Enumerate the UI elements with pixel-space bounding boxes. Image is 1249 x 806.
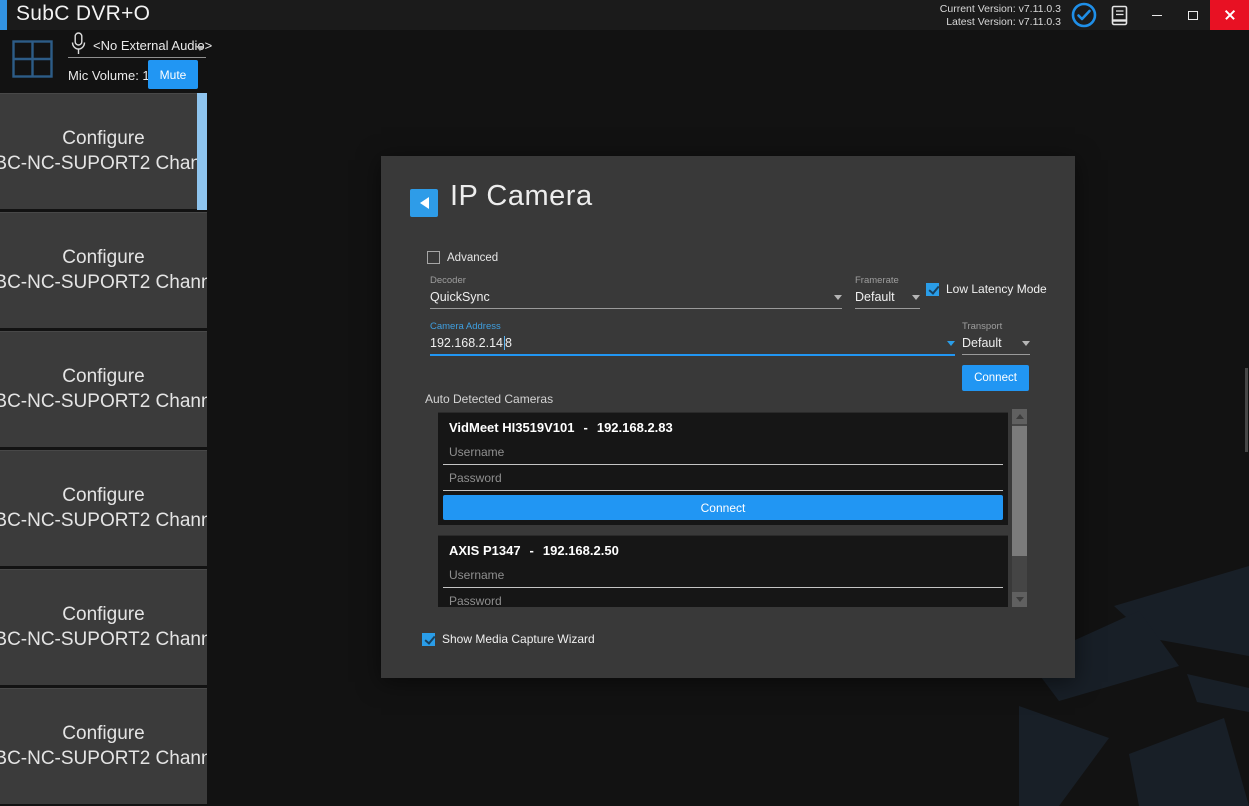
tile-line1: Configure: [62, 603, 144, 627]
back-button[interactable]: [410, 189, 438, 217]
mute-button[interactable]: Mute: [148, 60, 198, 89]
maximize-button[interactable]: [1176, 0, 1209, 30]
camera-card-title: VidMeet HI3519V101 - 192.168.2.83: [438, 413, 1008, 439]
minimize-button[interactable]: [1140, 0, 1173, 30]
scroll-down-button[interactable]: [1012, 592, 1027, 607]
tile-line1: Configure: [62, 484, 144, 508]
camera-list-scrollbar[interactable]: [1012, 409, 1027, 607]
scrollbar-thumb[interactable]: [1012, 426, 1027, 556]
title-separator: -: [530, 543, 534, 558]
version-info: Current Version: v7.11.0.3 Latest Versio…: [940, 3, 1061, 29]
title-separator: -: [584, 420, 588, 435]
scroll-up-button[interactable]: [1012, 409, 1027, 424]
channel-tile[interactable]: Configure UBC-NC-SUPORT2 Channel: [0, 331, 207, 447]
advanced-label: Advanced: [447, 252, 498, 264]
username-field-wrap: [443, 439, 1003, 465]
tile-line2: UBC-NC-SUPORT2 Channel: [0, 390, 207, 414]
username-field-wrap: [443, 562, 1003, 588]
auto-detected-cameras-label: Auto Detected Cameras: [425, 392, 553, 406]
tile-line2: UBC-NC-SUPORT2 Channel: [0, 747, 207, 771]
transport-dropdown[interactable]: Transport Default: [962, 321, 1030, 355]
tile-line1: Configure: [62, 127, 144, 151]
close-icon: [1224, 9, 1236, 21]
chevron-down-icon[interactable]: [196, 46, 204, 51]
back-arrow-icon: [420, 197, 429, 209]
latest-version: Latest Version: v7.11.0.3: [940, 16, 1061, 29]
transport-label: Transport: [962, 321, 1030, 332]
tile-line2: UBC-NC-SUPORT2 Channel: [0, 628, 207, 652]
chevron-down-icon[interactable]: [947, 341, 955, 346]
chevron-down-icon[interactable]: [912, 295, 920, 300]
checkbox-checked-icon: [926, 283, 939, 296]
framerate-value: Default: [855, 290, 895, 304]
channel-tile[interactable]: Configure UBC-NC-SUPORT2 Channel: [0, 688, 207, 804]
username-input[interactable]: [443, 439, 1003, 464]
show-wizard-label: Show Media Capture Wizard: [442, 632, 595, 646]
password-input[interactable]: [443, 588, 1003, 607]
camera-ip: 192.168.2.50: [543, 543, 619, 558]
camera-address-input[interactable]: Camera Address 192.168.2.148: [430, 321, 955, 356]
camera-model: VidMeet HI3519V101: [449, 420, 575, 435]
low-latency-checkbox[interactable]: Low Latency Mode: [926, 282, 1047, 296]
password-field-wrap: [443, 588, 1003, 607]
chevron-down-icon[interactable]: [834, 295, 842, 300]
checkbox-unchecked-icon: [427, 251, 440, 264]
titlebar-accent: [0, 0, 7, 30]
username-input[interactable]: [443, 562, 1003, 587]
decoder-dropdown[interactable]: Decoder QuickSync: [430, 275, 842, 309]
password-field-wrap: [443, 465, 1003, 491]
arrow-down-icon: [1016, 597, 1024, 602]
framerate-label: Framerate: [855, 275, 920, 286]
camera-connect-button[interactable]: Connect: [443, 495, 1003, 520]
close-button[interactable]: [1210, 0, 1249, 30]
auto-detected-camera-list: VidMeet HI3519V101 - 192.168.2.83 Connec…: [438, 409, 1008, 607]
app-title: SubC DVR+O: [16, 2, 150, 26]
tile-line2: UBC-NC-SUPORT2 Channel: [0, 271, 207, 295]
password-input[interactable]: [443, 465, 1003, 490]
log-book-icon[interactable]: [1104, 0, 1134, 30]
framerate-dropdown[interactable]: Framerate Default: [855, 275, 920, 309]
camera-model: AXIS P1347: [449, 543, 521, 558]
camera-card: VidMeet HI3519V101 - 192.168.2.83 Connec…: [438, 412, 1008, 525]
ip-camera-dialog: IP Camera Advanced Decoder QuickSync Fra…: [381, 156, 1075, 678]
audio-device-underline: [68, 57, 206, 58]
arrow-up-icon: [1016, 414, 1024, 419]
mic-volume-label: Mic Volume: 10: [68, 68, 157, 83]
tile-line1: Configure: [62, 246, 144, 270]
tile-line1: Configure: [62, 365, 144, 389]
camera-card-title: AXIS P1347 - 192.168.2.50: [438, 536, 1008, 562]
dialog-title: IP Camera: [450, 180, 593, 213]
decoder-label: Decoder: [430, 275, 842, 286]
audio-device-select[interactable]: <No External Audio>: [93, 38, 212, 53]
camera-card: AXIS P1347 - 192.168.2.50: [438, 535, 1008, 607]
current-version: Current Version: v7.11.0.3: [940, 3, 1061, 16]
checkbox-checked-icon: [422, 633, 435, 646]
connect-button[interactable]: Connect: [962, 365, 1029, 391]
camera-ip: 192.168.2.83: [597, 420, 673, 435]
tile-line2: UBC-NC-SUPORT2 Channel: [0, 152, 207, 176]
advanced-checkbox[interactable]: Advanced: [427, 251, 498, 264]
title-bar: SubC DVR+O Current Version: v7.11.0.3 La…: [0, 0, 1249, 30]
show-wizard-checkbox[interactable]: Show Media Capture Wizard: [422, 632, 595, 646]
maximize-icon: [1188, 11, 1198, 20]
low-latency-label: Low Latency Mode: [946, 282, 1047, 296]
page-scrollbar[interactable]: [1245, 368, 1248, 452]
tile-line1: Configure: [62, 722, 144, 746]
camera-address-value: 192.168.2.148: [430, 336, 512, 351]
decoder-value: QuickSync: [430, 290, 490, 304]
channel-tile[interactable]: Configure UBC-NC-SUPORT2 Channel: [0, 450, 207, 566]
layout-grid-icon[interactable]: [12, 40, 53, 83]
channel-tile[interactable]: Configure UBC-NC-SUPORT2 Channel: [0, 212, 207, 328]
update-check-icon[interactable]: [1068, 0, 1100, 30]
chevron-down-icon[interactable]: [1022, 341, 1030, 346]
sidebar-scrollbar-thumb[interactable]: [197, 93, 207, 210]
minimize-icon: [1152, 15, 1162, 16]
channel-tile[interactable]: Configure UBC-NC-SUPORT2 Channel: [0, 93, 207, 209]
channel-sidebar: Configure UBC-NC-SUPORT2 Channel Configu…: [0, 93, 207, 806]
transport-value: Default: [962, 336, 1002, 350]
camera-address-label: Camera Address: [430, 321, 955, 332]
tile-line2: UBC-NC-SUPORT2 Channel: [0, 509, 207, 533]
channel-tile[interactable]: Configure UBC-NC-SUPORT2 Channel: [0, 569, 207, 685]
